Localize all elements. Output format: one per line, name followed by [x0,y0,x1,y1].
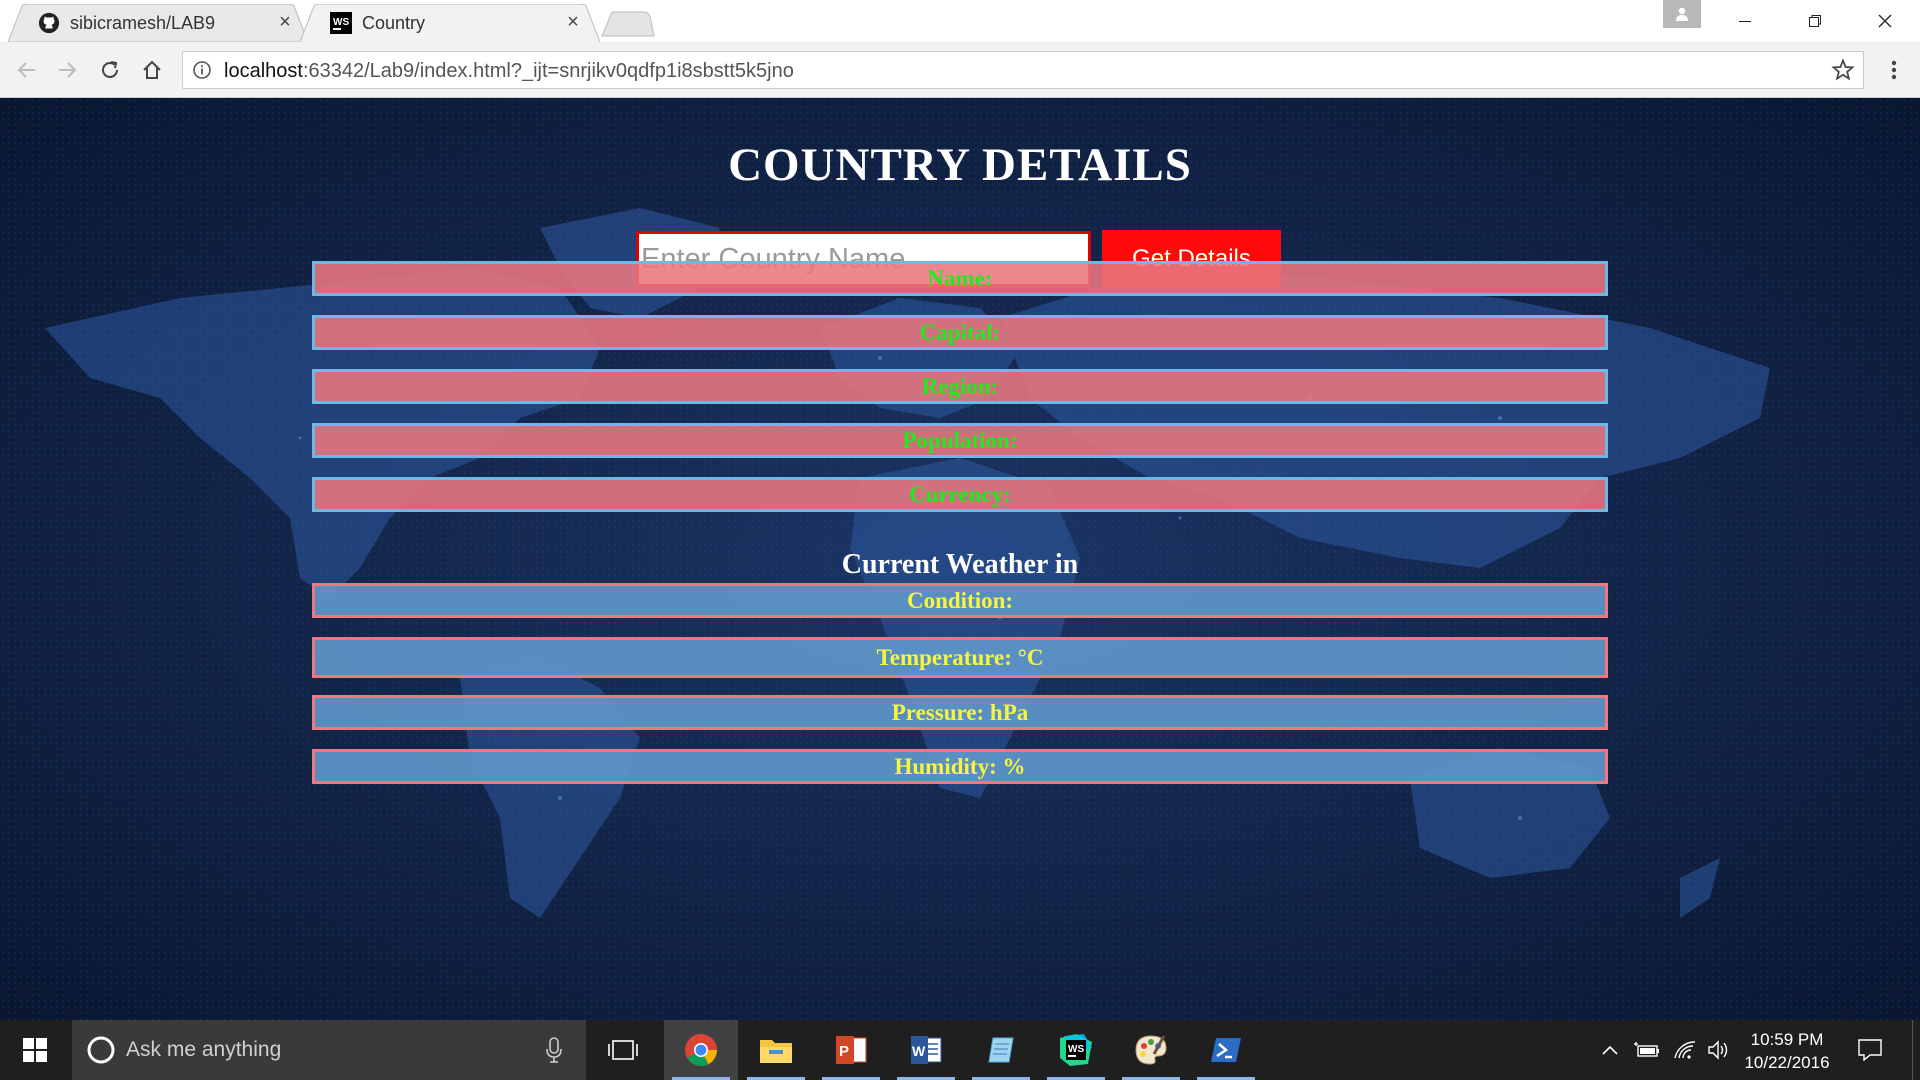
webstorm-icon: WS [1060,1034,1092,1066]
taskbar-notepad[interactable] [964,1020,1038,1080]
windows-taskbar: Ask me anything P W WS 10:59 PM 10/22/20… [0,1020,1920,1080]
home-button[interactable] [135,53,169,87]
forward-button[interactable] [50,53,84,87]
start-button[interactable] [0,1020,70,1080]
notepad-icon [988,1037,1014,1063]
tab-title: sibicramesh/LAB9 [70,12,216,33]
svg-text:W: W [912,1043,926,1059]
user-icon [1676,7,1688,21]
browser-tab-bar: sibicramesh/LAB9 × WS Country × [0,0,1920,42]
restore-icon [1809,15,1821,27]
weather-pressure-row: Pressure: hPa [312,695,1608,730]
back-button[interactable] [10,53,44,87]
info-icon[interactable] [192,60,212,80]
svg-text:P: P [839,1043,849,1060]
country-name-row: Name: [312,261,1608,296]
show-hidden-icons-button[interactable] [1596,1020,1624,1080]
taskbar-powerpoint[interactable]: P [814,1020,888,1080]
address-bar[interactable]: localhost:63342/Lab9/index.html?_ijt=snr… [182,51,1864,89]
action-center-button[interactable] [1850,1020,1890,1080]
country-currency-row: Currency: [312,477,1608,512]
task-view-icon [608,1040,638,1060]
minimize-button[interactable] [1710,0,1780,42]
url-path: :63342/Lab9/index.html?_ijt=snrjikv0qdfp… [302,60,794,82]
tab-github[interactable]: sibicramesh/LAB9 × [8,4,308,42]
taskbar-word[interactable]: W [889,1020,963,1080]
browser-toolbar: localhost:63342/Lab9/index.html?_ijt=snr… [0,42,1920,98]
country-region-row: Region: [312,369,1608,404]
notification-icon [1858,1039,1882,1061]
speaker-icon [1708,1040,1728,1060]
search-placeholder: Ask me anything [126,1038,282,1061]
taskbar-powershell[interactable] [1189,1020,1263,1080]
weather-humidity-row: Humidity: % [312,749,1608,784]
browser-menu-button[interactable] [1880,53,1908,87]
page-viewport: COUNTRY DETAILS Get Details Name: Capita… [0,98,1920,1020]
chrome-icon [685,1034,718,1067]
back-arrow-icon [17,62,35,78]
home-icon [143,60,161,79]
tab-title: Country [362,12,426,33]
task-view-button[interactable] [586,1020,660,1080]
bookmark-star-icon[interactable] [1831,58,1855,82]
taskbar-webstorm[interactable]: WS [1039,1020,1113,1080]
show-desktop-button[interactable] [1912,1020,1920,1080]
battery-indicator[interactable] [1630,1020,1664,1080]
microphone-icon[interactable] [546,1037,562,1063]
svg-text:WS: WS [333,17,349,28]
clock-time: 10:59 PM [1750,1030,1824,1049]
url-text: localhost:63342/Lab9/index.html?_ijt=snr… [224,60,794,83]
taskbar-chrome[interactable] [664,1020,738,1080]
profile-button[interactable] [1663,0,1701,28]
word-icon: W [911,1036,942,1064]
clock-date: 10/22/2016 [1744,1053,1830,1072]
svg-text:WS: WS [1068,1044,1084,1055]
minimize-icon [1739,21,1751,22]
powerpoint-icon: P [836,1036,867,1064]
paint-icon [1135,1035,1167,1065]
close-icon [1878,14,1892,28]
close-window-button[interactable] [1850,0,1920,42]
cortana-search-box[interactable]: Ask me anything [72,1020,586,1080]
github-icon [38,12,60,34]
chevron-up-icon [1602,1045,1618,1055]
new-tab-button[interactable] [600,10,656,38]
windows-logo-icon [23,1038,47,1062]
more-vert-icon [1891,60,1897,80]
cortana-icon [87,1036,115,1064]
close-icon[interactable]: × [563,12,583,32]
file-explorer-icon [760,1040,792,1063]
country-capital-row: Capital: [312,315,1608,350]
system-clock[interactable]: 10:59 PM 10/22/2016 [1734,1028,1840,1074]
forward-arrow-icon [59,62,77,78]
network-indicator[interactable] [1668,1020,1702,1080]
weather-condition-row: Condition: [312,583,1608,618]
webstorm-icon: WS [330,12,352,34]
url-host: localhost [224,60,303,82]
taskbar-paint[interactable] [1114,1020,1188,1080]
weather-heading: Current Weather in [841,549,1079,580]
tab-country[interactable]: WS Country × [300,4,600,42]
weather-temperature-row: Temperature: °C [312,637,1608,678]
close-icon[interactable]: × [275,12,295,32]
country-population-row: Population: [312,423,1608,458]
battery-charging-icon [1634,1042,1659,1057]
wifi-icon [1674,1041,1696,1059]
reload-icon [102,61,118,78]
volume-indicator[interactable] [1704,1020,1734,1080]
reload-button[interactable] [93,53,127,87]
restore-button[interactable] [1780,0,1850,42]
taskbar-file-explorer[interactable] [739,1020,813,1080]
page-title: COUNTRY DETAILS [728,139,1192,191]
powershell-icon [1211,1038,1241,1062]
